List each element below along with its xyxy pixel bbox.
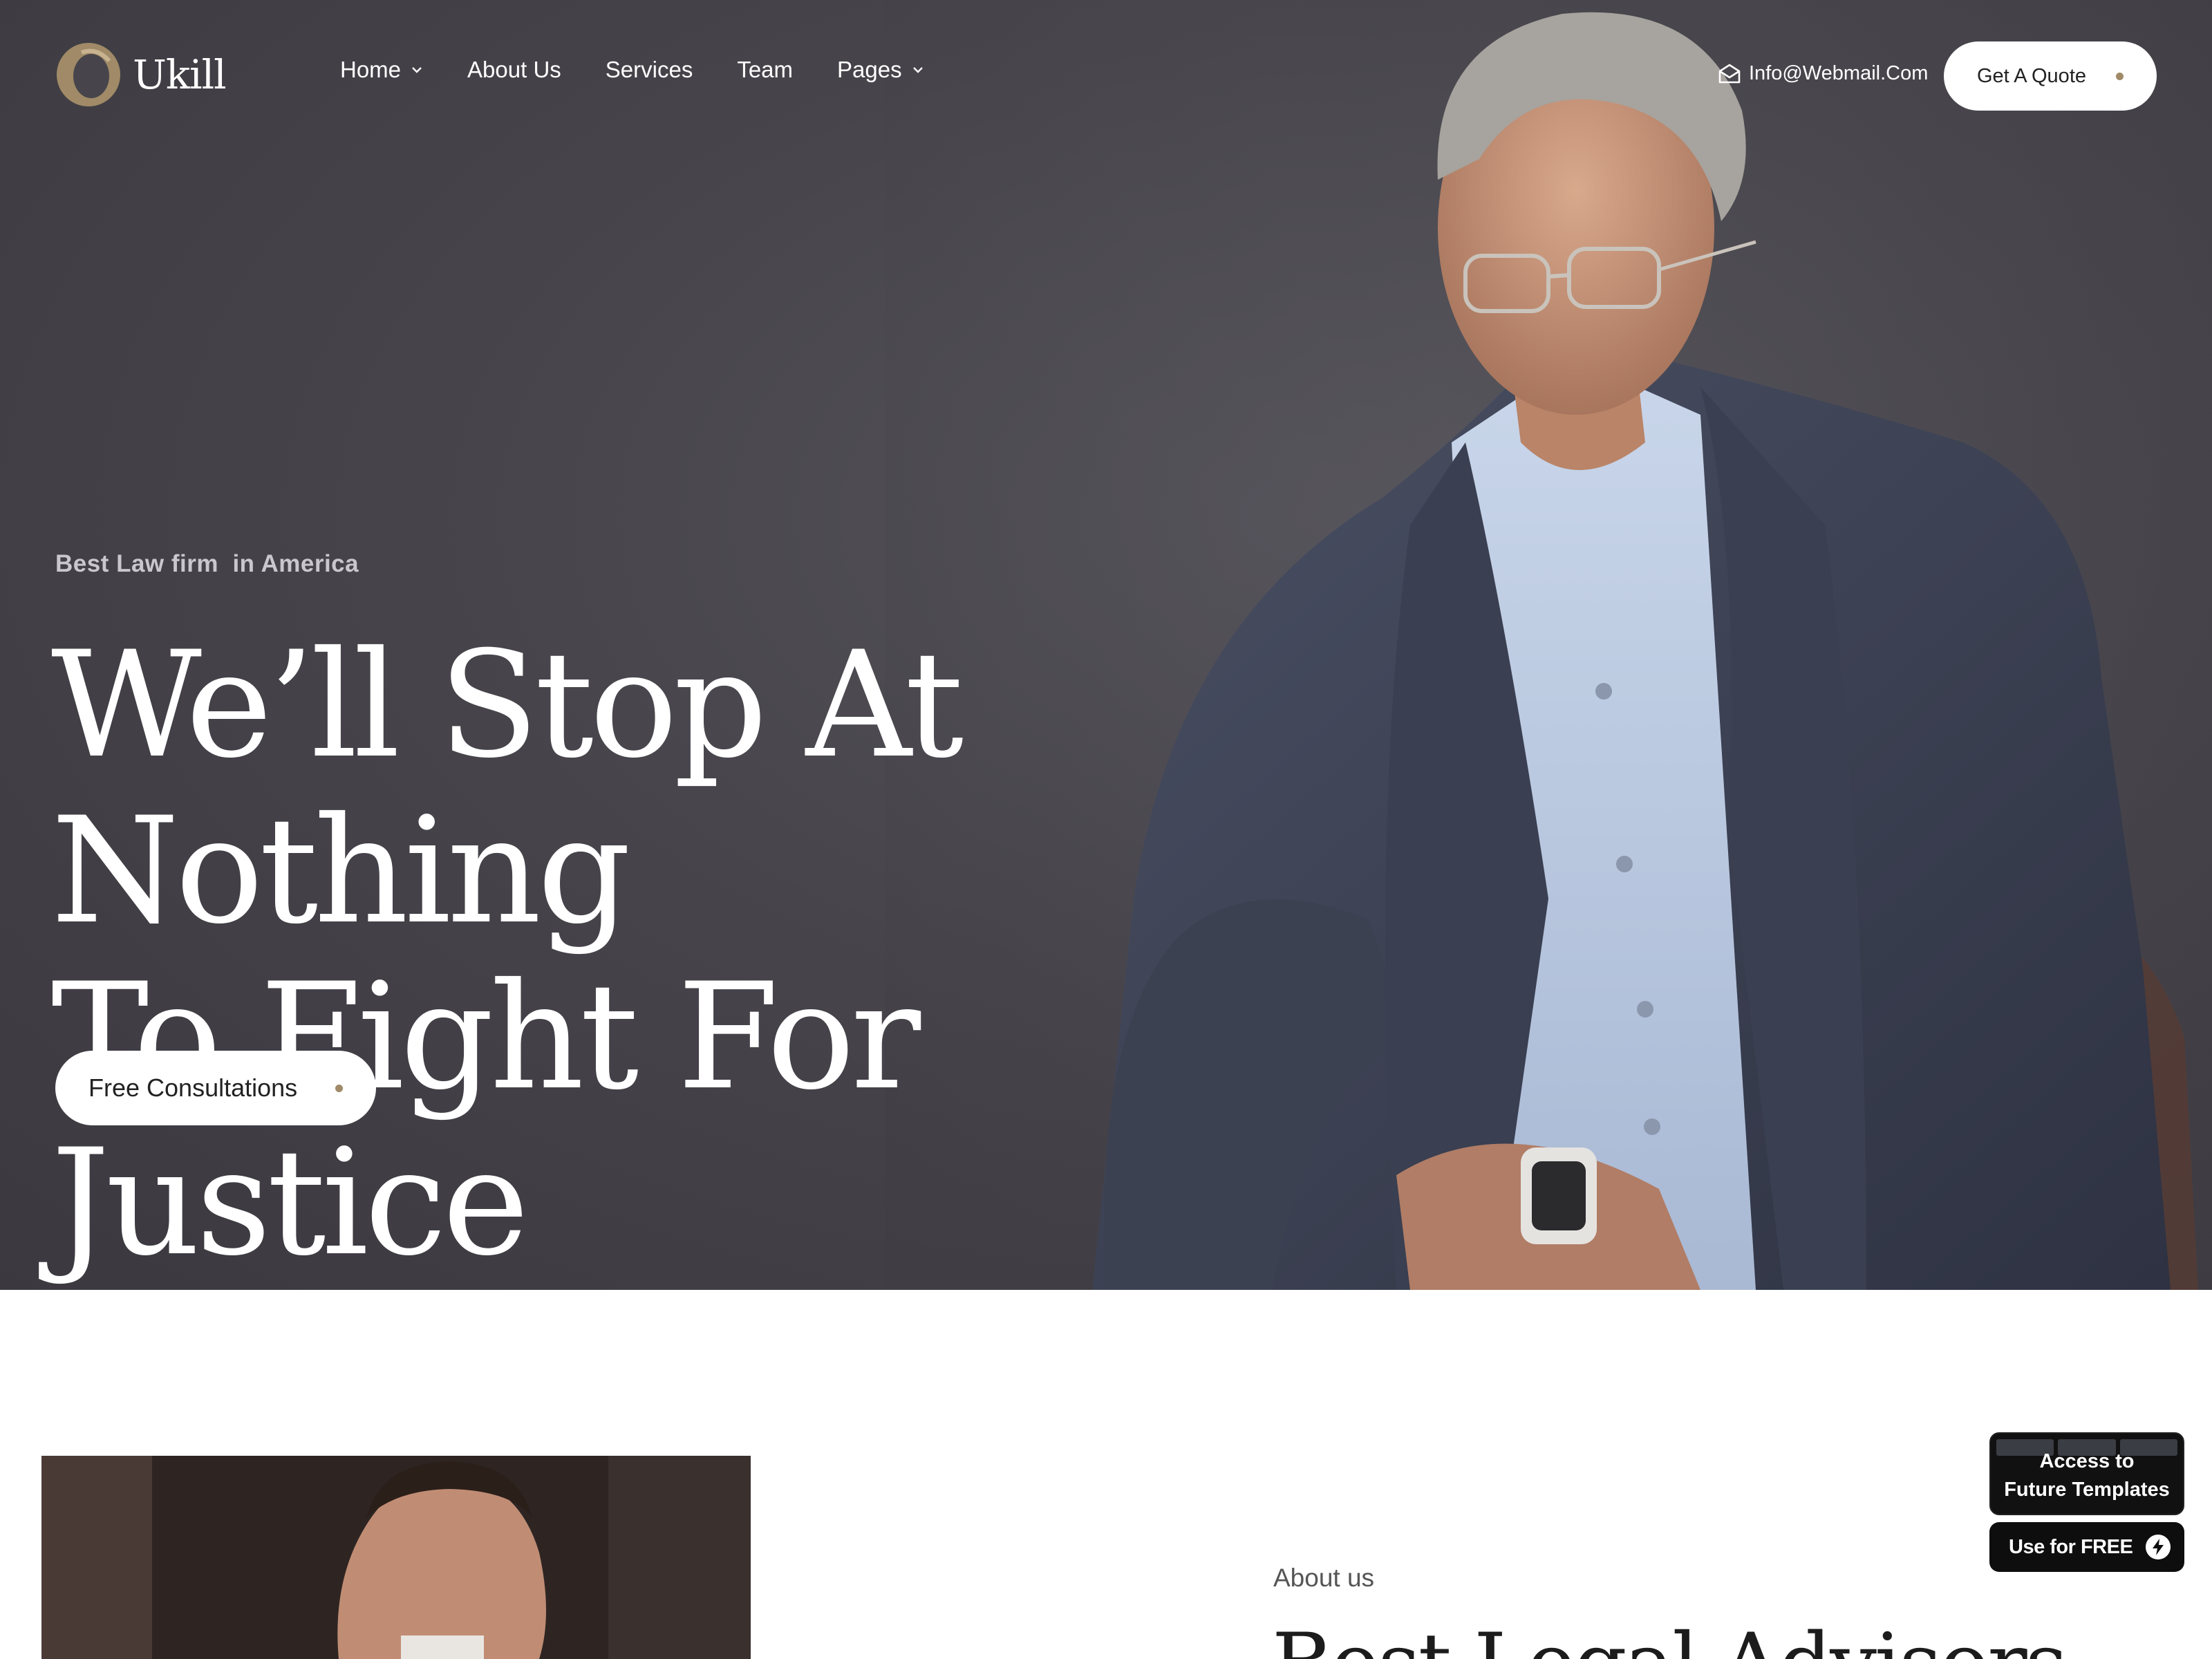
accent-dot-icon — [335, 1085, 343, 1092]
contact-email-link[interactable]: Info@Webmail.Com — [1717, 62, 1928, 85]
nav-item-team[interactable]: Team — [737, 57, 793, 83]
about-section-label: About us — [1273, 1564, 1375, 1592]
brand-logo[interactable]: Ukill — [54, 40, 227, 109]
advisor-portrait-image — [41, 1456, 751, 1659]
main-nav: Home About Us Services Team Pages — [340, 57, 968, 83]
free-consultations-button[interactable]: Free Consultations — [55, 1051, 376, 1125]
chevron-down-icon — [912, 67, 923, 73]
accent-dot-icon — [2116, 73, 2124, 80]
nav-item-services[interactable]: Services — [606, 57, 693, 83]
nav-item-label: Home — [340, 57, 402, 82]
nav-item-label: Pages — [837, 57, 902, 82]
about-photo — [41, 1456, 751, 1659]
promo-line-1: Access to — [2039, 1450, 2135, 1472]
brand-name: Ukill — [133, 51, 227, 98]
future-templates-text: Access to Future Templates — [1991, 1447, 2183, 1504]
get-a-quote-label: Get A Quote — [1977, 64, 2086, 87]
nav-item-label: Team — [737, 57, 794, 82]
future-templates-card[interactable]: Access to Future Templates — [1989, 1432, 2184, 1515]
nav-item-about-us[interactable]: About Us — [467, 57, 561, 83]
nav-item-label: About Us — [467, 57, 561, 82]
chevron-down-icon — [412, 67, 422, 73]
contact-email-text: Info@Webmail.Com — [1749, 62, 1929, 84]
hero-headline-line-1: We’ll Stop At Nothing — [51, 619, 964, 956]
hero-section: Ukill Home About Us Services Team Pages … — [0, 0, 2212, 1290]
mail-icon — [1718, 64, 1741, 83]
about-section-heading: Best Legal Advisors — [1272, 1616, 2068, 1659]
nav-item-home[interactable]: Home — [340, 57, 423, 83]
use-for-free-button[interactable]: Use for FREE — [1989, 1522, 2184, 1572]
promo-line-2: Future Templates — [2004, 1479, 2170, 1501]
logo-ring-icon — [57, 43, 120, 106]
bolt-icon — [2146, 1535, 2171, 1559]
hero-headline: We’ll Stop At Nothing To Fight For Justi… — [51, 622, 1406, 1286]
use-for-free-label: Use for FREE — [2009, 1535, 2133, 1558]
free-consultations-label: Free Consultations — [88, 1074, 298, 1102]
nav-item-label: Services — [605, 57, 693, 82]
hero-eyebrow: Best Law firm in America — [55, 550, 359, 577]
get-a-quote-button[interactable]: Get A Quote — [1944, 41, 2157, 111]
nav-item-pages[interactable]: Pages — [837, 57, 924, 83]
